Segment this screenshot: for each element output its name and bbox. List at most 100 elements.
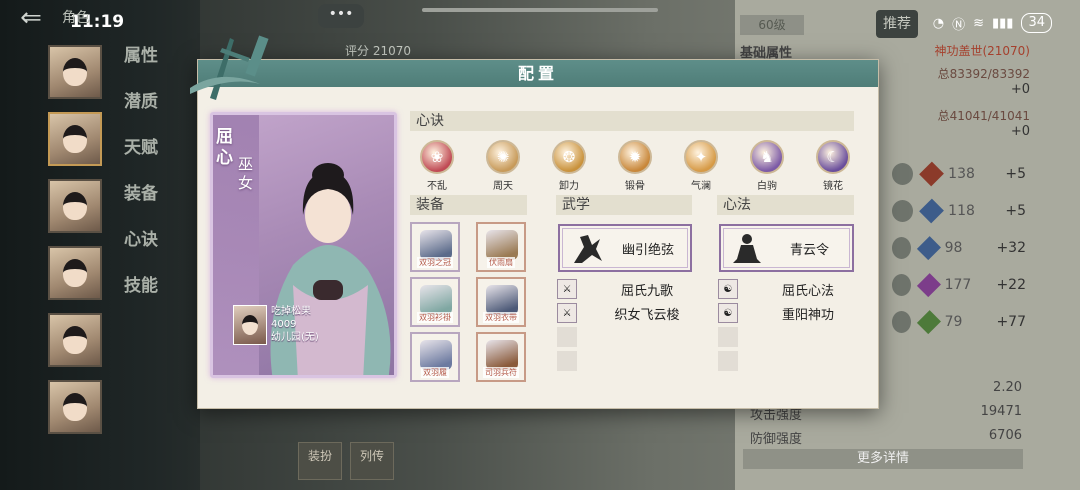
back-arrow-icon[interactable]: ⇐ <box>4 3 58 33</box>
attribute-icon <box>892 236 912 259</box>
equipment-slot[interactable]: 双羽之冠 <box>410 222 460 272</box>
more-details-button[interactable]: 更多详情 <box>743 449 1023 469</box>
page-title: 角色 <box>62 10 90 26</box>
xinfa-main-label: 青云令 <box>789 242 829 258</box>
xinjue-skill[interactable]: ✹ 锻骨 <box>613 140 657 192</box>
skill-orb-icon: ✹ <box>618 140 652 174</box>
character-thumb[interactable] <box>48 179 102 233</box>
character-face-icon <box>63 393 87 421</box>
equipment-slot[interactable]: 伏雨扇 <box>476 222 526 272</box>
score-text: 评分 21070 <box>345 44 411 58</box>
wifi-icon: ≋ <box>973 15 984 31</box>
xinjue-skill[interactable]: ✦ 气澜 <box>679 140 723 192</box>
level-badge: 60级 <box>740 15 804 35</box>
attribute-value: 98 <box>944 239 963 256</box>
meditation-icon: ☯ <box>718 303 738 323</box>
martial-figure-icon <box>574 235 602 263</box>
wuxue-sub-row[interactable]: ⚔ 屈氏九歌 <box>557 277 697 301</box>
wuxue-section-header: 武学 <box>556 195 692 215</box>
owner-text: 吃掉松果 4009 幼儿园(无) <box>271 305 319 345</box>
equipment-item-icon <box>420 340 452 370</box>
attribute-icon <box>892 199 913 222</box>
skill-label: 锻骨 <box>625 181 645 192</box>
equipment-slot[interactable]: 双羽履 <box>410 332 460 382</box>
equipment-label: 司羽兵符 <box>483 367 519 378</box>
character-thumb[interactable] <box>48 246 102 300</box>
empty-slot-icon <box>718 351 738 371</box>
skill-orb-icon: ☾ <box>816 140 850 174</box>
xinjue-skill[interactable]: ♞ 白驹 <box>745 140 789 192</box>
attribute-value: 118 <box>948 202 975 219</box>
xinfa-section-header: 心法 <box>717 195 854 215</box>
tab-potential[interactable]: 潜质 <box>124 90 174 136</box>
tab-outfit[interactable]: 装扮 <box>298 442 342 480</box>
xinfa-empty-slot[interactable] <box>718 325 858 349</box>
xinfa-sub-row[interactable]: ☯ 屈氏心法 <box>718 277 858 301</box>
equipment-slot[interactable]: 双羽衣带 <box>476 277 526 327</box>
stat-value: 19471 <box>980 404 1022 419</box>
tab-skills[interactable]: 技能 <box>124 274 174 320</box>
stat-value: 2.20 <box>993 380 1022 395</box>
character-thumb[interactable] <box>48 45 102 99</box>
wuxue-sub-row[interactable]: ⚔ 织女飞云梭 <box>557 301 697 325</box>
owner-id: 4009 <box>271 319 297 330</box>
wuxue-main-label: 幽引绝弦 <box>621 242 674 258</box>
xinfa-main-skill[interactable]: 青云令 <box>719 224 854 272</box>
attribute-value: 138 <box>948 165 975 182</box>
recommend-button[interactable]: 推荐 <box>876 10 918 38</box>
attribute-bonus: +77 <box>996 313 1026 330</box>
tab-xinjue[interactable]: 心诀 <box>124 228 174 274</box>
xinjue-skill[interactable]: ✺ 周天 <box>481 140 525 192</box>
attribute-bonus: +22 <box>996 276 1026 293</box>
xinjue-skill[interactable]: ❂ 卸力 <box>547 140 591 192</box>
character-thumb[interactable] <box>48 313 102 367</box>
skill-orb-icon: ❂ <box>552 140 586 174</box>
wuxue-empty-slot[interactable] <box>557 349 697 373</box>
equipment-label: 双羽衣带 <box>483 312 519 323</box>
xinjue-skill[interactable]: ☾ 镜花 <box>811 140 855 192</box>
wuxue-main-skill[interactable]: 幽引绝弦 <box>558 224 692 272</box>
tab-equipment[interactable]: 装备 <box>124 182 174 228</box>
character-thumb[interactable] <box>48 380 102 434</box>
equipment-item-icon <box>420 285 452 315</box>
skill-orb-icon: ❀ <box>420 140 454 174</box>
character-thumb-selected[interactable] <box>48 112 102 166</box>
character-face-icon <box>63 58 87 86</box>
empty-slot-icon <box>718 327 738 347</box>
gem-icon <box>916 272 941 297</box>
wuxue-sub-label: 屈氏九歌 <box>620 283 673 299</box>
character-name: 屈心 <box>216 127 233 168</box>
gem-icon <box>919 161 945 186</box>
character-portrait-card[interactable]: 屈心 巫女 吃掉松果 4009 幼儿园(无) <box>210 112 397 378</box>
equipment-slot[interactable]: 司羽兵符 <box>476 332 526 382</box>
character-face-icon <box>63 259 87 287</box>
tab-talent[interactable]: 天赋 <box>124 136 174 182</box>
sword-icon: ⚔ <box>557 303 577 323</box>
skill-label: 镜花 <box>823 181 843 192</box>
empty-slot-icon <box>557 351 577 371</box>
equipment-slot[interactable]: 双羽衫褂 <box>410 277 460 327</box>
signal-icon: ▮▮▮ <box>991 15 1014 31</box>
pull-handle[interactable] <box>422 8 658 12</box>
xinjue-section-header: 心诀 <box>410 111 854 131</box>
character-face-icon <box>63 192 87 220</box>
tab-biography[interactable]: 列传 <box>350 442 394 480</box>
character-face-icon <box>63 326 87 354</box>
owner-guild: 幼儿园(无) <box>271 332 319 343</box>
owner-info: 吃掉松果 4009 幼儿园(无) <box>233 305 319 345</box>
attribute-value: 177 <box>944 276 972 293</box>
meditation-icon: ☯ <box>718 279 738 299</box>
wuxue-empty-slot[interactable] <box>557 325 697 349</box>
xinfa-empty-slot[interactable] <box>718 349 858 373</box>
equipment-label: 双羽之冠 <box>417 257 453 268</box>
xinjue-skill[interactable]: ❀ 不乱 <box>415 140 459 192</box>
equipment-item-icon <box>486 285 518 315</box>
sword-ornament-icon <box>190 35 269 100</box>
wuxue-sub-list: ⚔ 屈氏九歌 ⚔ 织女飞云梭 <box>557 277 697 373</box>
honor-title: 神功盖世(21070) <box>934 44 1030 58</box>
empty-slot-icon <box>557 327 577 347</box>
xinfa-sub-row[interactable]: ☯ 重阳神功 <box>718 301 858 325</box>
tab-attributes[interactable]: 属性 <box>124 44 174 90</box>
chat-button[interactable]: ••• <box>318 4 364 28</box>
equip-section-header: 装备 <box>410 195 527 215</box>
